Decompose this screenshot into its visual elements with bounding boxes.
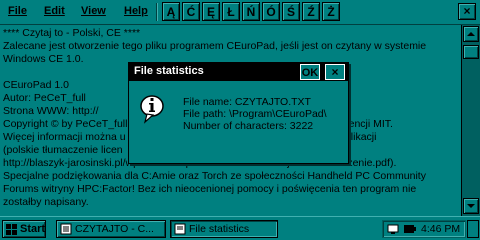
text-line: Autor: PeCeT_full [3, 92, 86, 104]
task-label: CZYTAJTO - C... [75, 223, 154, 235]
text-line: Strona WWW: http:// [3, 105, 99, 117]
power-icon[interactable] [403, 223, 417, 235]
file-path-label: File path: \Program\CEuroPad\ [183, 108, 327, 120]
show-desktop-button[interactable] [467, 220, 479, 238]
dialog-title: File statistics [134, 65, 204, 77]
char-button-s-acute[interactable]: Ś [282, 2, 300, 21]
text-line: Specjalne podziękowania dla C:Amie oraz … [3, 170, 426, 182]
char-button-z-acute[interactable]: Ź [302, 2, 320, 21]
char-button-z-dot[interactable]: Ż [322, 2, 340, 21]
clock[interactable]: 4:46 PM [421, 223, 460, 235]
start-label: Start [20, 223, 46, 235]
text-line: **** Czytaj to - Polski, CE **** [3, 27, 141, 39]
char-button-n-acute[interactable]: Ń [242, 2, 260, 21]
vertical-scrollbar[interactable] [461, 25, 480, 216]
notepad-icon [174, 223, 186, 235]
windows-logo-icon [6, 224, 17, 235]
text-line: zostałby napisany. [3, 196, 89, 208]
menu-file[interactable]: File [8, 5, 27, 17]
close-window-button[interactable]: × [458, 3, 476, 20]
text-line: Windows CE 1.0. [3, 53, 84, 65]
task-label: File statistics [189, 223, 250, 235]
ok-button[interactable]: OK [300, 64, 320, 80]
menu-separator [156, 3, 158, 21]
file-name-label: File name: CZYTAJTO.TXT [183, 96, 311, 108]
taskbar: Start CZYTAJTO - C... File statistics 4:… [0, 216, 480, 240]
notepad-icon [60, 223, 72, 235]
start-button[interactable]: Start [2, 220, 46, 238]
file-statistics-dialog: File statistics OK × File name: CZYTAJTO… [128, 62, 349, 164]
char-button-o-acute[interactable]: Ó [262, 2, 280, 21]
char-button-a-ogonek[interactable]: Ą [162, 2, 180, 21]
scroll-thumb[interactable] [463, 45, 479, 59]
text-line: Zalecane jest otworzenie tego pliku prog… [3, 40, 427, 52]
arrow-up-icon [467, 32, 475, 36]
text-line: Forums witryny HPC:Factor! Bez ich nieoc… [3, 183, 417, 195]
menu-edit[interactable]: Edit [44, 5, 65, 17]
text-line: CEuroPad 1.0 [3, 79, 69, 91]
scroll-up-button[interactable] [463, 26, 479, 42]
char-count-label: Number of characters: 3222 [183, 120, 314, 132]
network-icon[interactable] [387, 223, 399, 235]
menu-help[interactable]: Help [124, 5, 148, 17]
dialog-close-button[interactable]: × [325, 64, 345, 80]
char-button-e-ogonek[interactable]: Ę [202, 2, 220, 21]
dialog-title-bar: File statistics OK × [129, 63, 348, 81]
taskbar-button-dialog[interactable]: File statistics [170, 220, 278, 238]
system-tray: 4:46 PM [382, 220, 466, 238]
text-line: (polskie tłumaczenie licen [3, 144, 123, 156]
char-button-l-stroke[interactable]: Ł [222, 2, 240, 21]
info-icon [140, 95, 164, 124]
char-button-c-acute[interactable]: Ć [182, 2, 200, 21]
menu-bar: File Edit View Help Ą Ć Ę Ł Ń Ó Ś Ź Ż × [0, 0, 480, 25]
taskbar-button-document[interactable]: CZYTAJTO - C... [56, 220, 166, 238]
menu-view[interactable]: View [81, 5, 106, 17]
scroll-down-button[interactable] [463, 198, 479, 214]
arrow-down-icon [467, 204, 475, 208]
